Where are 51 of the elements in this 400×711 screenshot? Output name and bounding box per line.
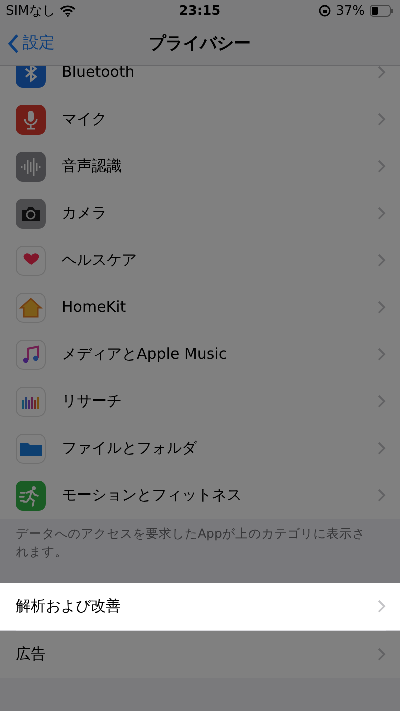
settings-row[interactable]: 広告 <box>0 631 400 678</box>
settings-row[interactable]: モーションとフィットネス <box>0 472 400 519</box>
clock-time: 23:15 <box>179 4 221 18</box>
settings-row[interactable]: マイク <box>0 96 400 143</box>
settings-row[interactable]: メディアとApple Music <box>0 331 400 378</box>
row-label: メディアとApple Music <box>62 344 228 364</box>
row-label: 音声認識 <box>62 156 123 176</box>
back-chevron-icon <box>8 34 19 54</box>
rotation-lock-icon <box>319 5 332 17</box>
settings-row[interactable]: 解析および改善 <box>0 583 400 630</box>
row-label: マイク <box>62 110 108 128</box>
settings-row[interactable]: リサーチ <box>0 378 400 425</box>
row-label: ファイルとフォルダ <box>62 438 198 458</box>
screen-title: プライバシー <box>148 33 252 55</box>
row-label: リサーチ <box>62 392 123 410</box>
runner-icon <box>16 480 46 510</box>
battery-percent: 37% <box>336 4 365 18</box>
row-label: 解析および改善 <box>16 596 122 616</box>
row-label: ヘルスケア <box>62 250 138 270</box>
settings-row[interactable]: ヘルスケア <box>0 237 400 284</box>
settings-row[interactable]: 音声認識 <box>0 143 400 190</box>
row-label: モーションとフィットネス <box>62 486 243 505</box>
chevron-icon <box>378 648 386 661</box>
chevron-icon <box>378 394 386 408</box>
chevron-icon <box>378 300 386 314</box>
chevron-icon <box>378 160 386 172</box>
folder-icon <box>16 434 46 464</box>
settings-row[interactable]: ファイルとフォルダ <box>0 425 400 472</box>
waveform-icon <box>16 152 46 182</box>
chevron-icon <box>378 442 386 454</box>
bar-graph-icon <box>16 386 46 416</box>
house-icon <box>16 292 46 322</box>
wifi-icon <box>60 5 76 17</box>
row-label: HomeKit <box>62 298 128 316</box>
carrier-text: SIMなし <box>6 3 56 20</box>
chevron-icon <box>378 254 386 266</box>
chevron-icon <box>378 112 386 126</box>
chevron-icon <box>378 489 386 502</box>
settings-row[interactable]: カメラ <box>0 190 400 237</box>
camera-icon <box>16 198 46 228</box>
chevron-icon <box>378 206 386 220</box>
chevron-icon <box>378 348 386 360</box>
row-label: カメラ <box>62 204 108 222</box>
chevron-icon <box>378 600 386 612</box>
battery-icon <box>370 5 394 17</box>
chevron-icon <box>378 66 386 78</box>
music-note-icon <box>16 340 46 370</box>
settings-row[interactable]: HomeKit <box>0 284 400 331</box>
row-label: 広告 <box>16 645 47 664</box>
microphone-icon <box>16 104 46 134</box>
footer-note: データへのアクセスを要求したAppが上のカテゴリに表示されます。 <box>16 525 366 561</box>
